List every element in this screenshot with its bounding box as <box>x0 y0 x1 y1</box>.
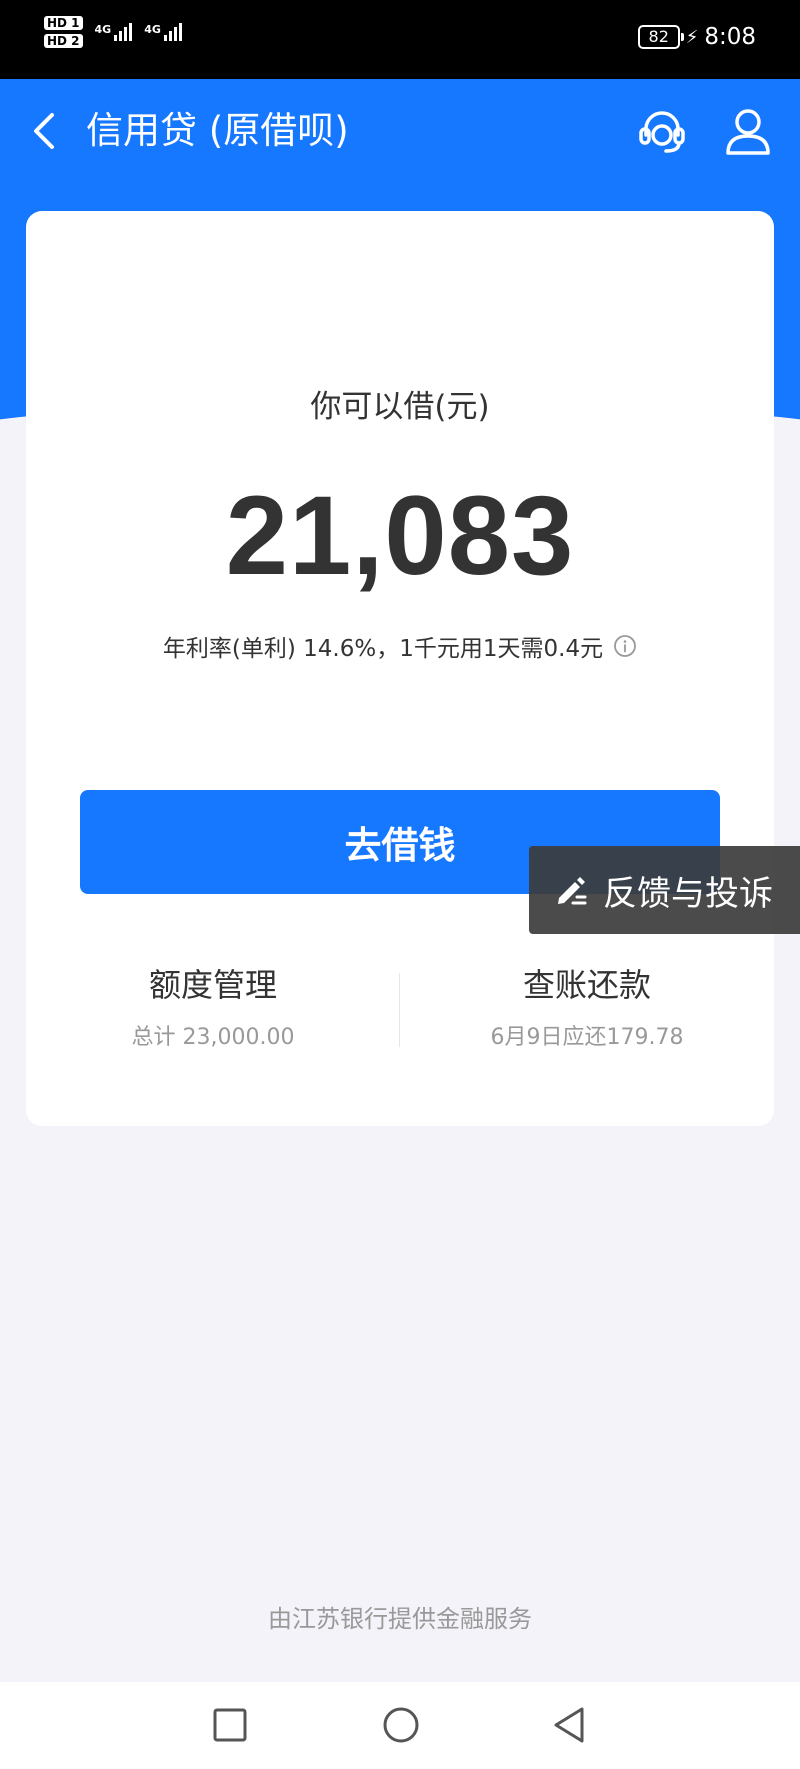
loan-card: 你可以借(元) 21,083 年利率(单利) 14.6%，1千元用1天需0.4元… <box>26 211 774 1126</box>
interest-rate-text: 年利率(单利) 14.6%，1千元用1天需0.4元 <box>162 636 604 662</box>
status-bar: HD 1 HD 2 4G 4G 82 ⚡ 8:08 <box>0 0 800 79</box>
limit-management[interactable]: 额度管理 总计 23,000.00 <box>26 963 400 1051</box>
network-type-1: 4G <box>94 23 112 36</box>
service-provider-note: 由江苏银行提供金融服务 <box>268 1605 532 1633</box>
customer-service-button[interactable] <box>636 105 688 157</box>
home-icon[interactable] <box>382 1706 420 1744</box>
bill-repayment[interactable]: 查账还款 6月9日应还179.78 <box>400 963 774 1051</box>
signal-group: HD 1 HD 2 4G 4G <box>44 16 182 48</box>
feedback-label: 反馈与投诉 <box>603 873 773 914</box>
user-icon <box>726 109 770 155</box>
total-limit: 总计 23,000.00 <box>131 1025 295 1050</box>
sim1-badge: HD 1 <box>44 16 83 30</box>
headset-icon <box>639 111 685 153</box>
repayment-due: 6月9日应还179.78 <box>490 1025 684 1050</box>
clock: 8:08 <box>704 24 756 50</box>
edit-icon <box>558 877 587 905</box>
back-triangle-icon[interactable] <box>552 1706 586 1744</box>
chevron-left-icon <box>34 113 54 149</box>
user-profile-button[interactable] <box>722 105 774 157</box>
back-button[interactable] <box>24 109 68 153</box>
feedback-complaint-button[interactable]: 反馈与投诉 <box>529 846 800 934</box>
page-title: 信用贷 (原借呗) <box>86 109 349 152</box>
battery-icon: 82 <box>637 25 684 49</box>
system-navigation-bar <box>0 1682 800 1769</box>
available-amount: 21,083 <box>225 473 575 598</box>
sim2-badge: HD 2 <box>44 34 83 48</box>
network-type-2: 4G <box>144 23 161 36</box>
signal-strength-2-icon: 4G <box>144 23 182 41</box>
interest-rate-row: 年利率(单利) 14.6%，1千元用1天需0.4元 <box>26 629 774 663</box>
status-right: 82 ⚡ 8:08 <box>637 24 756 50</box>
sim-badges: HD 1 HD 2 <box>44 16 83 48</box>
app-header: 信用贷 (原借呗) <box>0 79 800 183</box>
signal-strength-1-icon: 4G <box>95 23 133 41</box>
bill-repayment-title: 查账还款 <box>522 966 651 1004</box>
limit-management-title: 额度管理 <box>148 966 277 1004</box>
recent-apps-icon[interactable] <box>212 1707 248 1743</box>
info-icon[interactable] <box>613 634 637 658</box>
charging-icon: ⚡ <box>685 26 699 48</box>
available-amount-label: 你可以借(元) <box>310 389 490 425</box>
